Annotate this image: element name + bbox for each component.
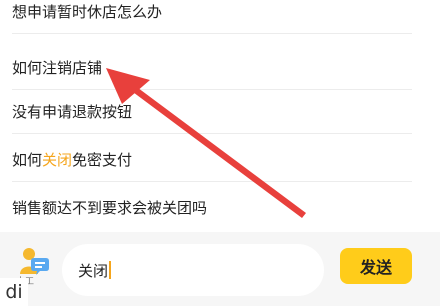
question-item[interactable]: 如何关闭免密支付 <box>0 136 440 182</box>
keyword-highlight: 关闭 <box>42 150 73 169</box>
message-input-value: 关闭 <box>78 261 109 280</box>
question-text: 想申请暂时休店怎么办 <box>12 2 163 21</box>
overlay-label: di <box>0 278 28 306</box>
question-text: 没有申请退款按钮 <box>12 102 133 121</box>
text-cursor <box>109 261 111 279</box>
question-item[interactable]: 销售额达不到要求会被关团吗 <box>0 184 440 230</box>
question-item[interactable]: 没有申请退款按钮 <box>0 88 440 134</box>
customer-service-agent-icon <box>20 248 49 275</box>
send-button[interactable]: 发送 <box>340 248 412 284</box>
divider <box>12 33 412 34</box>
question-text-prefix: 如何 <box>12 150 43 169</box>
question-item[interactable]: 如何注销店铺 <box>0 44 440 90</box>
question-text: 如何关闭免密支付 <box>12 149 132 170</box>
question-text: 销售额达不到要求会被关团吗 <box>12 198 208 217</box>
divider <box>12 133 412 134</box>
question-item[interactable]: 想申请暂时休店怎么办 <box>0 0 440 34</box>
message-input[interactable]: 关闭 <box>62 244 324 296</box>
divider <box>12 181 412 182</box>
suggested-questions-list: 想申请暂时休店怎么办 如何注销店铺 没有申请退款按钮 如何关闭免密支付 销售额达… <box>0 0 440 232</box>
chat-input-bar: 人工 关闭 发送 <box>0 232 440 306</box>
question-text: 如何注销店铺 <box>12 58 103 77</box>
question-text-suffix: 免密支付 <box>72 150 133 169</box>
